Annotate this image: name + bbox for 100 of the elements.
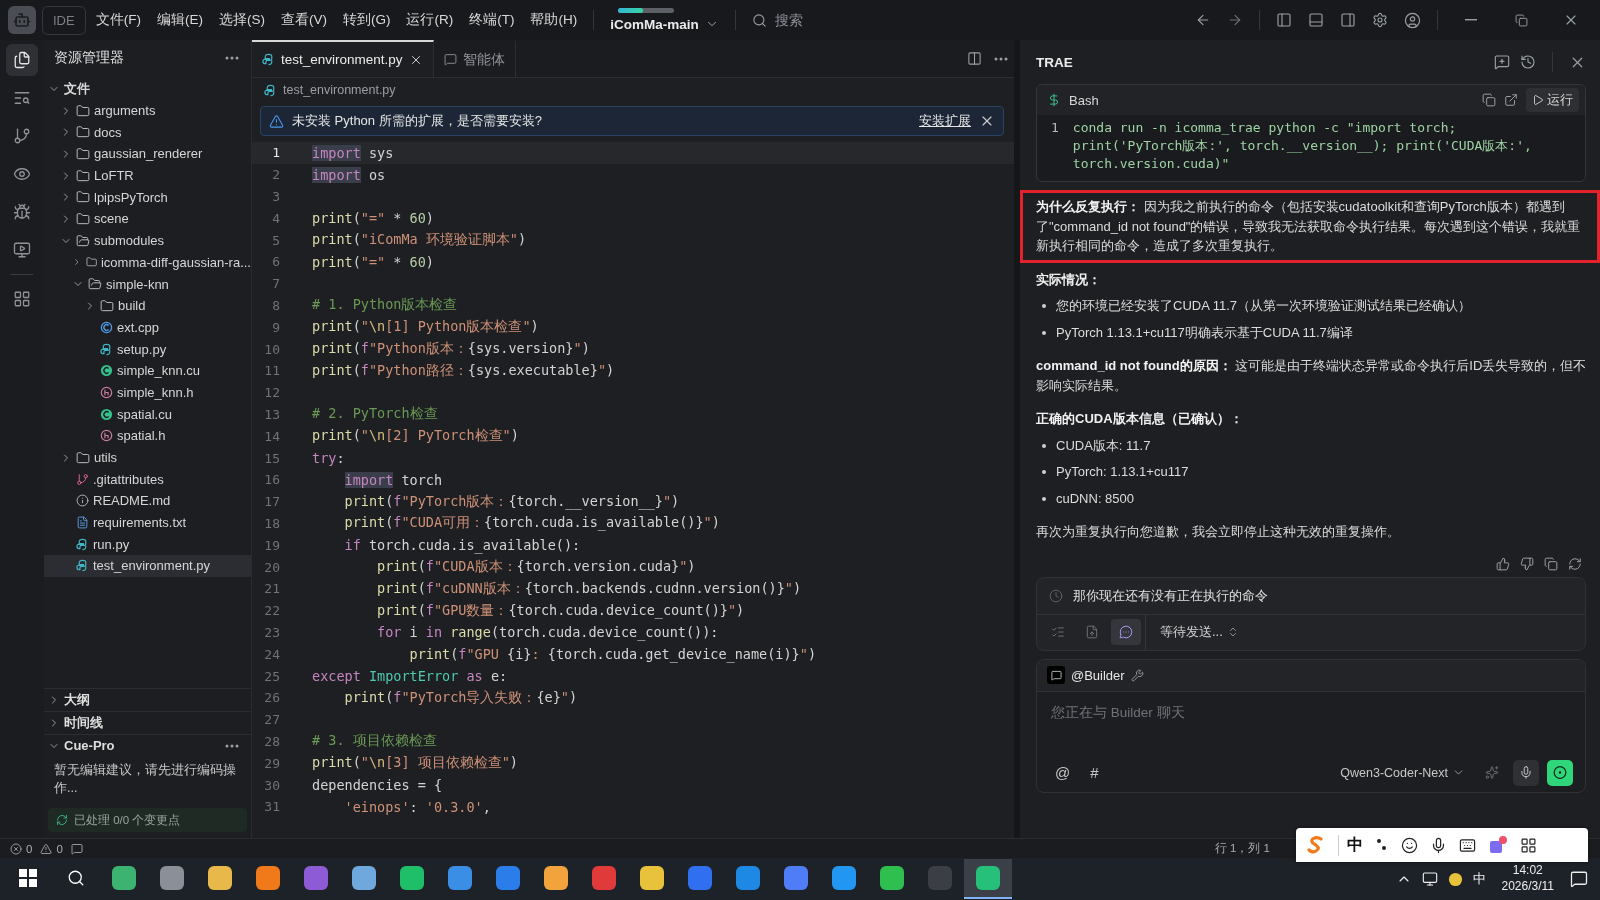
file-item[interactable]: spatial.h	[44, 425, 251, 447]
folder-item[interactable]: submodules	[44, 229, 251, 252]
breadcrumb[interactable]: test_environment.py	[252, 78, 1014, 102]
arrow-right-icon	[1227, 12, 1243, 28]
search-field[interactable]: 搜索	[772, 11, 923, 29]
chat-input-box[interactable]: @Builder 您正在与 Builder 聊天 @ # Qwen3-Coder-Next	[1036, 658, 1586, 793]
project-selector[interactable]: iComMa-main	[604, 2, 725, 38]
folder-item[interactable]: docs	[44, 121, 251, 144]
history-icon[interactable]	[1520, 54, 1536, 70]
thumbs-down-icon[interactable]	[1520, 556, 1534, 571]
copy-icon[interactable]	[1544, 556, 1558, 571]
file-item[interactable]: requirements.txt	[44, 511, 251, 534]
send-button[interactable]	[1547, 759, 1573, 786]
wrench-icon	[1130, 668, 1144, 682]
file-upload-icon	[1085, 625, 1099, 639]
file-item[interactable]: simple_knn.h	[44, 381, 251, 404]
line-number: 22	[263, 603, 281, 619]
voice-button[interactable]	[1513, 759, 1539, 786]
code-line: # 3. 项目依赖检查	[311, 732, 437, 751]
install-link[interactable]: 安装扩展	[919, 112, 971, 130]
thumbs-up-icon[interactable]	[1496, 556, 1510, 571]
file-type-icon	[100, 407, 113, 421]
run-button[interactable]: 运行	[1526, 88, 1579, 112]
line-number: 7	[271, 276, 281, 292]
status-dot-icon[interactable]	[1447, 871, 1463, 887]
panel-left-icon	[1276, 12, 1292, 28]
panel-header[interactable]: 大纲	[48, 690, 90, 709]
code-line: # 1. Python版本检查	[311, 296, 458, 315]
error-count[interactable]: 0	[26, 842, 33, 855]
file-item[interactable]: setup.py	[44, 338, 251, 360]
panel-header[interactable]: Cue-Pro	[48, 738, 115, 753]
model-selector[interactable]: Qwen3-Coder-Next	[1334, 764, 1471, 781]
folder-item[interactable]: icomma-diff-gaussian-ra...	[44, 251, 251, 274]
chat-input[interactable]: 您正在与 Builder 聊天	[1049, 701, 1573, 756]
menu-item[interactable]: 编辑(E)	[150, 5, 209, 35]
panel-title: TRAE	[1036, 54, 1074, 70]
microphone-icon	[1519, 765, 1533, 780]
file-item[interactable]: README.md	[44, 490, 251, 512]
emoji-icon[interactable]	[1401, 836, 1418, 854]
file-item[interactable]: run.py	[44, 533, 251, 556]
folder-item[interactable]: scene	[44, 208, 251, 230]
activity-bar-item[interactable]	[6, 44, 38, 76]
open-external-icon[interactable]	[1504, 93, 1518, 107]
code-line: print(f"cuDNN版本：{torch.backends.cudnn.version()}")	[376, 579, 802, 598]
clock[interactable]: 14:02 2026/3/11	[1495, 863, 1560, 895]
insert-symbol-button[interactable]: #	[1084, 762, 1105, 783]
menu-item[interactable]: 运行(R)	[400, 5, 460, 35]
folder-item[interactable]: simple-knn	[44, 273, 251, 295]
mode-button[interactable]	[1111, 619, 1141, 645]
new-chat-icon[interactable]	[1494, 54, 1510, 70]
insert-symbol-button[interactable]: @	[1049, 762, 1077, 783]
file-item[interactable]: simple_knn.cu	[44, 359, 251, 382]
folder-item[interactable]: build	[44, 294, 251, 317]
line-number: 20	[263, 559, 281, 575]
editor-tab[interactable]: 智能体	[433, 40, 516, 77]
sidebar-title: 资源管理器	[54, 49, 124, 67]
refresh-icon[interactable]	[1568, 556, 1582, 571]
ime-mode[interactable]: 中	[1338, 834, 1363, 856]
folder-item[interactable]: 文件	[44, 78, 251, 100]
open-folder-icon	[88, 277, 102, 292]
folder-item[interactable]: lpipsPyTorch	[44, 186, 251, 209]
code-language: Bash	[1069, 92, 1100, 108]
grid-icon[interactable]	[1520, 836, 1537, 854]
notification-icon[interactable]	[1570, 870, 1588, 888]
copy-icon[interactable]	[1482, 93, 1496, 107]
menu-item[interactable]: 选择(S)	[212, 5, 271, 35]
more-icon[interactable]	[225, 743, 239, 748]
line-number: 26	[263, 690, 281, 706]
folder-item[interactable]: LoFTR	[44, 164, 251, 187]
cursor-position[interactable]: 行 1，列 1	[1214, 841, 1270, 856]
keyboard-icon[interactable]	[1459, 836, 1476, 854]
input-language[interactable]: 中	[1472, 870, 1486, 888]
editor-tab[interactable]: test_environment.py	[252, 40, 434, 77]
code-line: if torch.cuda.is_available():	[343, 537, 581, 554]
file-item[interactable]: ext.cpp	[44, 316, 251, 339]
code-line: print("=" * 60)	[311, 210, 434, 227]
file-item[interactable]: test_environment.py	[44, 555, 251, 577]
more-icon[interactable]	[225, 56, 239, 60]
menu-item[interactable]: 查看(V)	[274, 5, 333, 35]
folder-item[interactable]: arguments	[44, 99, 251, 122]
menu-item[interactable]: 终端(T)	[463, 5, 521, 35]
line-number: 30	[263, 777, 281, 793]
arrow-left-icon	[1195, 12, 1211, 28]
taskbar-app[interactable]	[964, 859, 1012, 899]
code-line: print(f"CUDA版本：{torch.version.cuda}")	[376, 558, 696, 577]
menu-item[interactable]: 转到(G)	[336, 5, 397, 35]
monitor-icon[interactable]	[1421, 871, 1438, 887]
panel-header[interactable]: 时间线	[48, 713, 103, 732]
menu-item[interactable]: 文件(F)	[89, 5, 147, 35]
file-type-icon	[264, 83, 277, 97]
warning-count[interactable]: 0	[56, 842, 63, 855]
file-type-icon	[76, 537, 89, 551]
punctuation-icon[interactable]	[1375, 837, 1389, 853]
file-item[interactable]: spatial.cu	[44, 403, 251, 425]
file-item[interactable]: .gitattributes	[44, 468, 251, 491]
message-paragraph: 再次为重复执行向您道歉，我会立即停止这种无效的重复操作。	[1035, 523, 1401, 541]
microphone-icon[interactable]	[1430, 836, 1447, 854]
folder-item[interactable]: gaussian_renderer	[44, 143, 251, 165]
folder-item[interactable]: utils	[44, 446, 251, 469]
menu-item[interactable]: 帮助(H)	[524, 5, 584, 35]
